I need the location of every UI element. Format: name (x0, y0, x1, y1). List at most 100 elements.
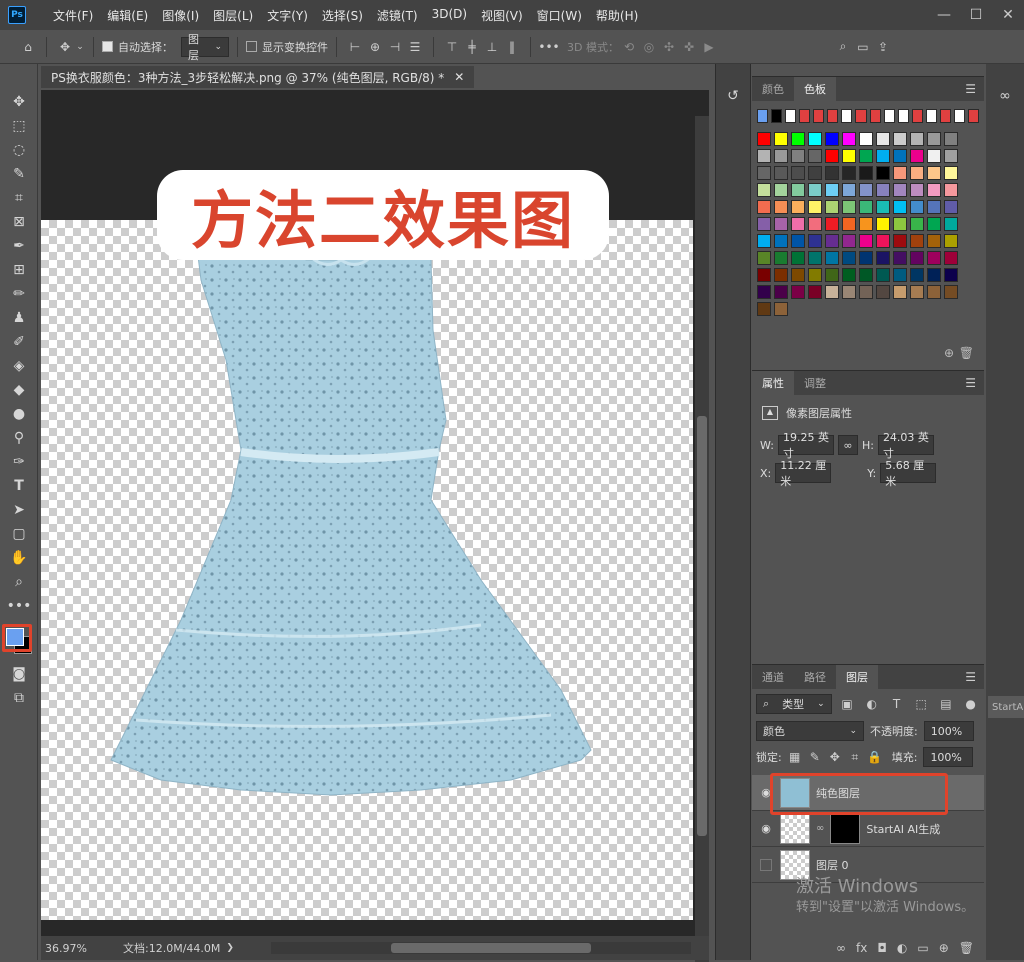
swatch[interactable] (944, 234, 958, 248)
swatch[interactable] (842, 200, 856, 214)
swatch[interactable] (859, 285, 873, 299)
vertical-scrollbar[interactable] (695, 116, 709, 962)
swatch[interactable] (757, 166, 771, 180)
path-select-icon[interactable]: ➤ (0, 498, 38, 522)
swatch[interactable] (893, 166, 907, 180)
swatch[interactable] (927, 251, 941, 265)
menu-layer[interactable]: 图层(L) (206, 7, 260, 24)
panel-menu-icon[interactable]: ☰ (965, 670, 976, 684)
distribute-icon[interactable]: ☰ (405, 37, 425, 57)
share-icon[interactable]: ⇪ (873, 37, 893, 57)
swatch[interactable] (842, 285, 856, 299)
swatch[interactable] (841, 109, 853, 123)
swatch[interactable] (825, 234, 839, 248)
screen-mode-icon[interactable]: ⧉ (0, 686, 38, 710)
swatch[interactable] (944, 251, 958, 265)
creative-cloud-icon[interactable]: ∞ (986, 84, 1024, 108)
swatch[interactable] (774, 302, 788, 316)
maximize-button[interactable]: ☐ (960, 0, 992, 30)
menu-view[interactable]: 视图(V) (474, 7, 530, 24)
swatch[interactable] (893, 234, 907, 248)
stamp-tool-icon[interactable]: ♟ (0, 306, 38, 330)
lock-transparent-icon[interactable]: ▦ (788, 747, 802, 767)
dodge-tool-icon[interactable]: ⚲ (0, 426, 38, 450)
trash-icon[interactable]: 🗑 (959, 346, 974, 360)
swatch[interactable] (827, 109, 839, 123)
swatch[interactable] (927, 183, 941, 197)
swatch[interactable] (842, 149, 856, 163)
swatch[interactable] (757, 149, 771, 163)
tab-adjustments[interactable]: 调整 (794, 371, 836, 395)
align-right-icon[interactable]: ⊣ (385, 37, 405, 57)
swatch[interactable] (893, 132, 907, 146)
swatch[interactable] (842, 166, 856, 180)
crop-tool-icon[interactable]: ⌗ (0, 186, 38, 210)
lock-all-icon[interactable]: 🔒 (867, 747, 882, 767)
swatch[interactable] (927, 285, 941, 299)
align-center-icon[interactable]: ⊕ (365, 37, 385, 57)
more-options-icon[interactable]: ••• (538, 37, 559, 57)
align-top-icon[interactable]: ⊤ (442, 37, 462, 57)
swatch[interactable] (757, 285, 771, 299)
swatch[interactable] (910, 268, 924, 282)
quick-select-tool-icon[interactable]: ✎ (0, 162, 38, 186)
scroll-thumb[interactable] (697, 416, 707, 836)
swatch[interactable] (859, 166, 873, 180)
swatch[interactable] (876, 268, 890, 282)
auto-select-checkbox[interactable] (102, 41, 113, 52)
show-transform-option[interactable]: 显示变换控件 (246, 35, 328, 59)
swatch[interactable] (842, 268, 856, 282)
close-tab-icon[interactable]: ✕ (454, 70, 464, 84)
swatch[interactable] (876, 217, 890, 231)
fx-icon[interactable]: fx (856, 941, 867, 955)
swatch[interactable] (893, 217, 907, 231)
height-field[interactable]: 24.03 英寸 (877, 431, 934, 460)
swatch[interactable] (774, 234, 788, 248)
swatch[interactable] (967, 109, 979, 123)
swatch[interactable] (910, 200, 924, 214)
swatch[interactable] (953, 109, 965, 123)
opacity-field[interactable]: 100% (923, 721, 974, 741)
swatch[interactable] (757, 217, 771, 231)
swatch[interactable] (808, 251, 822, 265)
swatch[interactable] (927, 149, 941, 163)
swatch[interactable] (791, 251, 805, 265)
swatch[interactable] (774, 251, 788, 265)
filter-smart-icon[interactable]: ▤ (937, 694, 956, 714)
swatch[interactable] (791, 166, 805, 180)
menu-type[interactable]: 文字(Y) (260, 7, 315, 24)
swatch[interactable] (808, 268, 822, 282)
swatch[interactable] (757, 302, 771, 316)
swatch[interactable] (876, 149, 890, 163)
lock-artboard-icon[interactable]: ⌗ (848, 747, 862, 767)
3d-orbit-icon[interactable]: ⟲ (619, 37, 639, 57)
y-field[interactable]: 5.68 厘米 (880, 459, 937, 488)
swatch[interactable] (813, 109, 825, 123)
filter-shape-icon[interactable]: ⬚ (912, 694, 931, 714)
swatch[interactable] (791, 268, 805, 282)
link-icon[interactable]: ∞ (837, 435, 858, 455)
swatch[interactable] (925, 109, 937, 123)
horizontal-scrollbar[interactable] (271, 942, 691, 954)
swatch[interactable] (808, 132, 822, 146)
pen-tool-icon[interactable]: ✑ (0, 450, 38, 474)
swatch[interactable] (785, 109, 797, 123)
swatch[interactable] (876, 234, 890, 248)
visibility-eye-icon[interactable]: ◉ (758, 822, 774, 835)
3d-pan-icon[interactable]: ✣ (659, 37, 679, 57)
swatch[interactable] (791, 132, 805, 146)
swatch[interactable] (808, 285, 822, 299)
swatch[interactable] (910, 234, 924, 248)
swatch[interactable] (944, 183, 958, 197)
swatch[interactable] (774, 285, 788, 299)
swatch[interactable] (927, 268, 941, 282)
swatch[interactable] (808, 149, 822, 163)
tab-swatches[interactable]: 色板 (794, 77, 836, 101)
move-tool-icon[interactable]: ✥ (0, 90, 38, 114)
menu-window[interactable]: 窗口(W) (530, 7, 589, 24)
zoom-tool-icon[interactable]: ⌕ (0, 570, 38, 594)
swatch[interactable] (757, 132, 771, 146)
menu-filter[interactable]: 滤镜(T) (370, 7, 425, 24)
swatch[interactable] (910, 217, 924, 231)
menu-help[interactable]: 帮助(H) (589, 7, 645, 24)
